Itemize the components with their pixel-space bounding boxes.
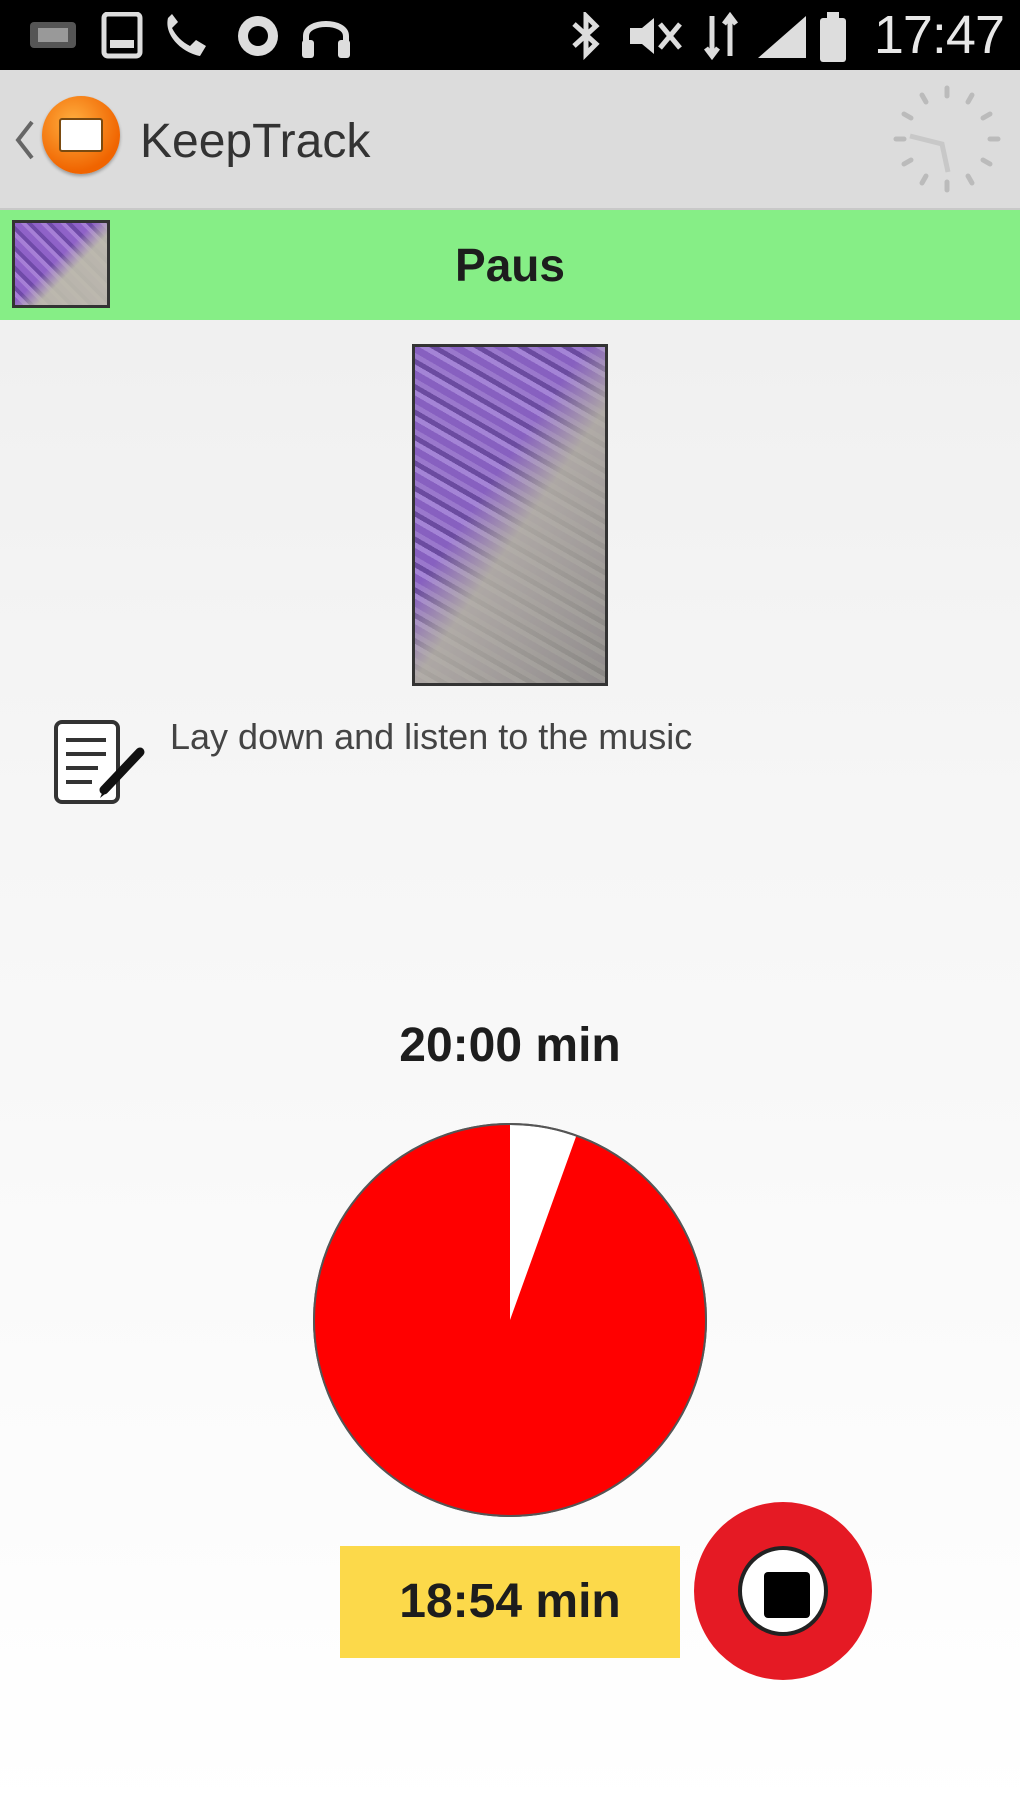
pie-elapsed-slice bbox=[314, 1124, 706, 1516]
signal-icon bbox=[758, 16, 806, 58]
total-duration: 20:00 min bbox=[399, 1019, 621, 1072]
mute-icon bbox=[630, 18, 682, 54]
bluetooth-icon bbox=[572, 12, 600, 60]
clock: 17:47 bbox=[873, 5, 1005, 65]
timer-icon[interactable] bbox=[888, 80, 1006, 198]
app-icon bbox=[238, 16, 278, 56]
action-bar: KeepTrack bbox=[0, 70, 1020, 210]
media-icon bbox=[30, 22, 76, 48]
phone-icon bbox=[167, 14, 206, 56]
headphones-icon bbox=[302, 21, 350, 58]
activity-title-bar: Paus bbox=[0, 210, 1020, 320]
stop-ring bbox=[738, 1546, 828, 1636]
activity-photo[interactable] bbox=[412, 344, 608, 686]
battery-icon bbox=[820, 12, 846, 62]
app-logo[interactable] bbox=[42, 96, 120, 174]
calendar-icon bbox=[59, 118, 103, 152]
activity-note: Lay down and listen to the music bbox=[170, 716, 693, 757]
chevron-left-icon[interactable] bbox=[10, 118, 38, 162]
status-bar: 17:47 bbox=[0, 0, 1020, 70]
remaining-time: 18:54 min bbox=[340, 1546, 680, 1658]
stop-icon bbox=[764, 1572, 810, 1618]
activity-title: Paus bbox=[455, 239, 565, 291]
progress-pie bbox=[312, 1122, 708, 1518]
data-icon bbox=[704, 12, 738, 61]
tablet-icon bbox=[101, 12, 143, 59]
app-title: KeepTrack bbox=[140, 115, 371, 168]
stop-button[interactable] bbox=[694, 1502, 872, 1680]
note-edit-icon[interactable] bbox=[52, 718, 152, 810]
